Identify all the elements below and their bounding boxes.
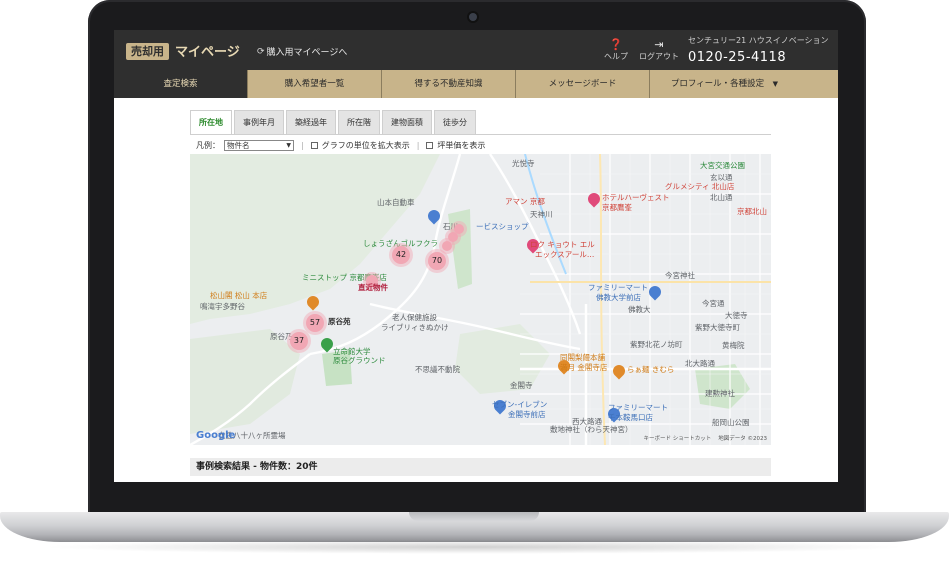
tsubo-label: 坪単価を表示 [437, 140, 486, 150]
camera-icon [469, 13, 477, 21]
map-label: らぁ麺 きむら [627, 365, 675, 374]
logout-icon: ⇥ [654, 38, 664, 51]
map-base [190, 154, 771, 445]
map-label: ービスショップ [476, 222, 529, 231]
map-label: 京都北山 [737, 207, 767, 216]
nav-profile-label: プロフィール・各種設定 [670, 79, 765, 89]
map-cluster[interactable]: 42 [392, 246, 410, 264]
map-label: 船岡山公園 [712, 418, 750, 427]
map-label: 今宮通 [702, 299, 725, 308]
map-label: 天神川 [530, 210, 553, 219]
google-logo-text: Google [196, 430, 236, 441]
nav-assessment-search[interactable]: 査定検索 [114, 70, 248, 98]
buy-mypage-link[interactable]: ⟳ 購入用マイページへ [257, 45, 348, 59]
separator: | [416, 140, 420, 150]
map-label: 紫野北花ノ坊町 [630, 340, 683, 349]
laptop-shadow [40, 540, 909, 554]
separator: | [301, 140, 304, 150]
map-label: 松山閣 松山 本店 [210, 291, 268, 300]
nav-message-board[interactable]: メッセージボード [516, 70, 650, 98]
map-label: 京都鷹峯 [602, 203, 632, 212]
map-label: アマン 京都 [505, 197, 545, 206]
map-cluster[interactable] [454, 224, 464, 234]
map-label: 紫野大徳寺町 [695, 323, 740, 332]
enlarge-label: グラフの単位を拡大表示 [321, 140, 410, 150]
tab-building-age[interactable]: 築経過年 [286, 110, 336, 134]
tab-walk-minutes[interactable]: 徒歩分 [434, 110, 476, 134]
map-label: 敷地神社（わら天神宮） [550, 425, 633, 434]
tab-divider [190, 134, 771, 135]
map-label: 今宮神社 [665, 271, 695, 280]
nav-profile-settings[interactable]: プロフィール・各種設定 ▼ [650, 70, 785, 98]
tab-location[interactable]: 所在地 [190, 110, 232, 134]
map-cluster[interactable]: 37 [290, 332, 308, 350]
logout-button[interactable]: ⇥ ログアウト [639, 39, 679, 62]
map-label: 大宮交通公園 [700, 161, 745, 170]
tsubo-checkbox[interactable] [426, 141, 434, 149]
buy-mypage-label: 購入用マイページへ [266, 48, 348, 58]
tab-floor[interactable]: 所在階 [338, 110, 380, 134]
legend-row: 凡例： 物件名 ▼ | グラフの単位を拡大表示 | 坪単価を表示 [196, 138, 485, 152]
map-label: 建勲神社 [705, 389, 735, 398]
map-data-copyright: 地図データ ©2023 [718, 436, 767, 442]
map-label: 山本自動車 [377, 198, 415, 207]
map-label: ライブリィきぬかけ [381, 323, 449, 332]
tab-building-area[interactable]: 建物面積 [382, 110, 432, 134]
map-label: 鳴滝宇多野谷 [200, 302, 245, 311]
map-label: 金閣寺前店 [508, 410, 546, 419]
map-label: 満月 金閣寺店 [560, 363, 608, 372]
tab-case-date[interactable]: 事例年月 [234, 110, 284, 134]
map-label: 北大路通 [685, 359, 715, 368]
nav-realestate-knowledge[interactable]: 得する不動産知識 [382, 70, 516, 98]
legend-select-value: 物件名 [227, 140, 250, 150]
phone-number: 0120-25-4118 [688, 50, 787, 65]
map-label: 大徳寺 [725, 311, 748, 320]
logout-label: ログアウト [639, 52, 679, 61]
page-title: マイページ [175, 45, 240, 60]
help-label: ヘルプ [604, 52, 628, 61]
map-label: 佛教大 [628, 305, 651, 314]
map-cluster[interactable]: 70 [428, 252, 446, 270]
map-label: 原谷グラウンド [333, 356, 386, 365]
top-bar: 売却用 マイページ ⟳ 購入用マイページへ ❓ ヘルプ ⇥ ログアウト センチュ… [114, 30, 838, 70]
google-logo: Google [196, 430, 235, 441]
map-label: エックスアール… [535, 250, 595, 259]
map-marker-label: 直近物件 [358, 283, 388, 292]
caret-down-icon: ▼ [772, 80, 778, 88]
map[interactable]: 光悦寺 山本自動車 石川 ービスショップ アマン 京都 ホテルハーヴェスト 京都… [190, 154, 771, 445]
main-nav: 査定検索 購入希望者一覧 得する不動産知識 メッセージボード プロフィール・各種… [114, 70, 838, 98]
enlarge-checkbox[interactable] [310, 141, 318, 149]
company-name: センチュリー21 ハウスイノベーション [688, 36, 829, 45]
keyboard-shortcuts-link[interactable]: キーボード ショートカット [644, 436, 712, 442]
results-header: 事例検索結果 - 物件数：20件 [190, 458, 771, 476]
map-label: 玄以通 [710, 173, 733, 182]
map-label: 千本鞍馬口店 [608, 413, 653, 422]
nav-buyer-list[interactable]: 購入希望者一覧 [248, 70, 382, 98]
legend-label: 凡例： [196, 140, 220, 150]
map-label: 佛教大学前店 [596, 293, 641, 302]
chart-tabs: 所在地 事例年月 築経過年 所在階 建物面積 徒歩分 [190, 110, 476, 134]
map-label: 原谷苑 [328, 317, 351, 326]
question-icon: ❓ [609, 38, 623, 51]
map-label: 光悦寺 [512, 159, 535, 168]
sell-badge: 売却用 [126, 43, 169, 60]
map-cluster[interactable] [442, 241, 452, 251]
screen: 売却用 マイページ ⟳ 購入用マイページへ ❓ ヘルプ ⇥ ログアウト センチュ… [114, 30, 838, 482]
map-cluster[interactable]: 57 [306, 314, 324, 332]
map-label: 北山通 [710, 193, 733, 202]
map-label: 不思議不動院 [415, 365, 460, 374]
map-label: 金閣寺 [510, 381, 533, 390]
map-attribution: キーボード ショートカット 地図データ ©2023 [644, 434, 768, 442]
chevron-down-icon: ▼ [286, 141, 291, 149]
laptop-notch [409, 512, 539, 521]
map-label: 黄梅院 [722, 341, 745, 350]
help-button[interactable]: ❓ ヘルプ [601, 39, 631, 62]
refresh-icon: ⟳ [257, 46, 265, 57]
legend-select[interactable]: 物件名 ▼ [224, 139, 294, 151]
